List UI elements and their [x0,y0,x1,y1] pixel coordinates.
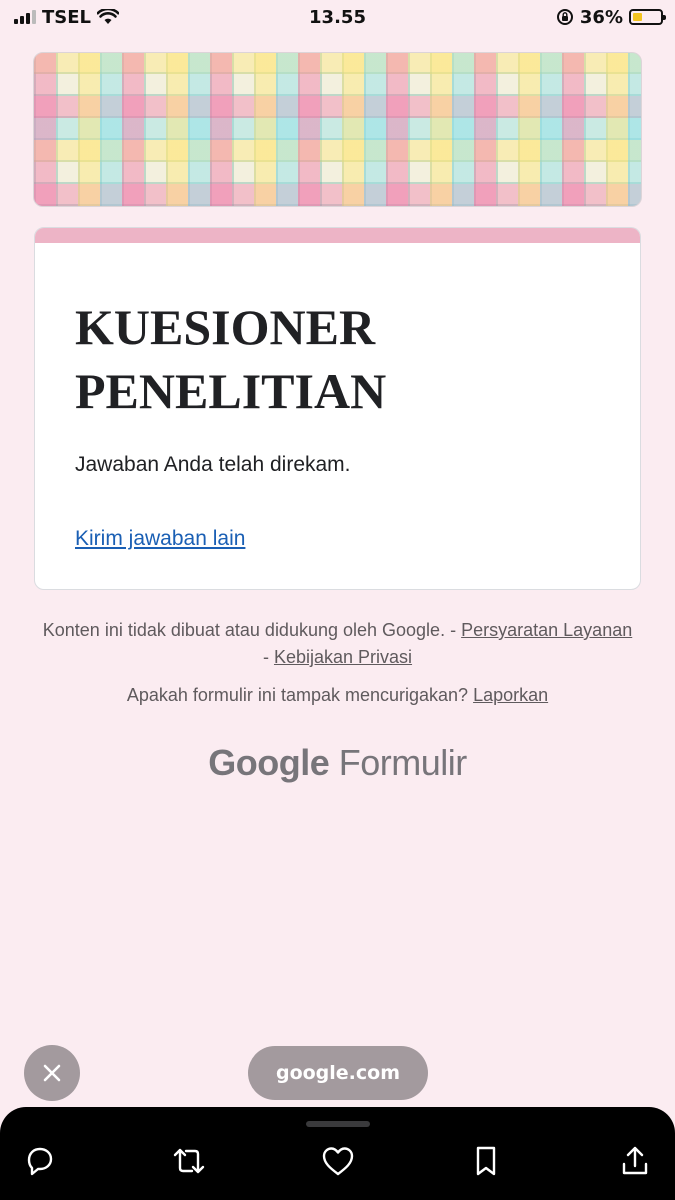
orientation-lock-icon [556,9,573,25]
report-link[interactable]: Laporkan [473,685,548,705]
status-bar: TSEL 13.55 36% [0,0,675,34]
status-right: 36% [556,6,666,28]
form-title-line1: KUESIONER [75,299,376,355]
battery-percent: 36% [579,6,623,28]
bottom-action-bar [0,1107,675,1200]
close-icon [43,1064,61,1082]
report-abuse: Apakah formulir ini tampak mencurigakan?… [40,685,635,706]
submit-another-response-link[interactable]: Kirim jawaban lain [75,527,245,551]
drag-handle[interactable] [306,1121,370,1127]
action-row [0,1141,675,1185]
wifi-icon [97,9,120,24]
logo-product-text: Formulir [338,742,468,783]
retweet-button[interactable] [169,1141,209,1181]
terms-of-service-link[interactable]: Persyaratan Layanan [461,620,632,640]
google-forms-logo[interactable]: Google Formulir [0,742,675,784]
form-title: KUESIONER PENELITIAN [75,295,600,423]
url-text: google.com [275,1062,401,1084]
status-left: TSEL [14,6,120,28]
privacy-policy-link[interactable]: Kebijakan Privasi [274,647,412,667]
like-button[interactable] [318,1141,358,1181]
confirmation-card: KUESIONER PENELITIAN Jawaban Anda telah … [34,227,641,590]
battery-icon [629,9,666,25]
battery-level [633,13,643,21]
heart-icon [322,1147,353,1176]
bookmark-icon [477,1146,496,1176]
logo-google-text: Google [208,742,330,783]
carrier-name: TSEL [42,6,92,28]
close-browser-button[interactable] [24,1045,80,1101]
confirmation-message: Jawaban Anda telah direkam. [75,453,351,476]
form-header-image [33,52,642,207]
report-question: Apakah formulir ini tampak mencurigakan? [126,685,469,705]
separator: - [450,620,457,640]
reply-button[interactable] [20,1141,60,1181]
reply-icon [27,1147,53,1176]
separator: - [262,647,269,667]
url-pill[interactable]: google.com [248,1046,428,1100]
card-accent-bar [35,228,640,243]
retweet-icon [173,1148,204,1174]
share-button[interactable] [615,1141,655,1181]
form-title-line2: PENELITIAN [75,363,387,419]
footer-disclaimer: Konten ini tidak dibuat atau didukung ol… [40,617,635,671]
cell-signal-icon [14,10,36,24]
disclaimer-text: Konten ini tidak dibuat atau didukung ol… [42,620,446,640]
share-icon [622,1146,648,1175]
bookmark-button[interactable] [466,1141,506,1181]
